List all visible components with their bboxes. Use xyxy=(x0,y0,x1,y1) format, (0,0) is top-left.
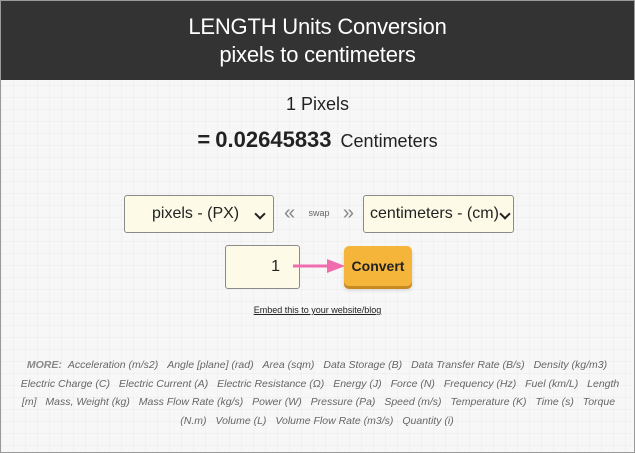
more-link-data-storage[interactable]: Data Storage (B) xyxy=(323,359,402,371)
from-unit-value: pixels - (PX) xyxy=(152,205,240,222)
from-unit-select[interactable]: pixels - (PX) xyxy=(124,195,274,233)
more-link-energy[interactable]: Energy (J) xyxy=(333,378,381,390)
more-link-temperature[interactable]: Temperature (K) xyxy=(450,396,526,408)
more-link-volume-flow-rate[interactable]: Volume Flow Rate (m3/s) xyxy=(275,415,393,427)
result-equals: = xyxy=(197,127,211,152)
more-link-pressure[interactable]: Pressure (Pa) xyxy=(311,396,376,408)
to-unit-select[interactable]: centimeters - (cm) xyxy=(363,195,514,233)
swap-left-icon: « xyxy=(284,202,296,224)
pink-arrow-right-icon xyxy=(293,259,345,273)
result-value: 0.02645833 xyxy=(215,127,332,152)
more-link-electric-charge[interactable]: Electric Charge (C) xyxy=(21,378,110,390)
page-frame: LENGTH Units Conversion pixels to centim… xyxy=(0,0,635,453)
more-link-quantity[interactable]: Quantity (i) xyxy=(402,415,453,427)
convert-button[interactable]: Convert xyxy=(344,246,412,286)
chevron-down-icon xyxy=(499,208,511,220)
more-link-acceleration[interactable]: Acceleration (m/s2) xyxy=(68,359,158,371)
more-link-force[interactable]: Force (N) xyxy=(391,378,435,390)
more-link-density[interactable]: Density (kg/m3) xyxy=(534,359,608,371)
chevron-down-icon xyxy=(254,208,266,220)
result-output: = 0.02645833 Centimeters xyxy=(1,127,634,153)
more-link-time[interactable]: Time (s) xyxy=(535,396,573,408)
page-title: LENGTH Units Conversion xyxy=(188,14,447,39)
more-link-angle[interactable]: Angle [plane] (rad) xyxy=(167,359,253,371)
more-link-speed[interactable]: Speed (m/s) xyxy=(384,396,441,408)
more-label: MORE: xyxy=(26,359,62,371)
swap-button[interactable]: « swap » xyxy=(284,203,354,223)
more-link-mass-weight[interactable]: Mass, Weight (kg) xyxy=(45,396,129,408)
more-units-list: MORE: Acceleration (m/s2) Angle [plane] … xyxy=(9,356,628,430)
page-subtitle: pixels to centimeters xyxy=(219,42,416,67)
page-header: LENGTH Units Conversion pixels to centim… xyxy=(1,1,634,80)
more-link-area[interactable]: Area (sqm) xyxy=(263,359,315,371)
result-input-text: 1 Pixels xyxy=(285,94,350,114)
more-link-fuel[interactable]: Fuel (km/L) xyxy=(525,378,578,390)
more-link-power[interactable]: Power (W) xyxy=(252,396,302,408)
more-link-data-transfer-rate[interactable]: Data Transfer Rate (B/s) xyxy=(411,359,525,371)
swap-right-icon: » xyxy=(342,202,354,224)
result-unit: Centimeters xyxy=(340,131,438,151)
swap-label: swap xyxy=(308,208,330,218)
more-link-electric-current[interactable]: Electric Current (A) xyxy=(119,378,208,390)
more-link-volume[interactable]: Volume (L) xyxy=(215,415,266,427)
to-unit-value: centimeters - (cm) xyxy=(370,205,499,222)
value-input[interactable]: 1 xyxy=(225,245,300,289)
more-link-frequency[interactable]: Frequency (Hz) xyxy=(444,378,516,390)
more-link-electric-resistance[interactable]: Electric Resistance (Ω) xyxy=(217,378,324,390)
more-link-mass-flow-rate[interactable]: Mass Flow Rate (kg/s) xyxy=(139,396,243,408)
embed-link[interactable]: Embed this to your website/blog xyxy=(1,305,634,315)
